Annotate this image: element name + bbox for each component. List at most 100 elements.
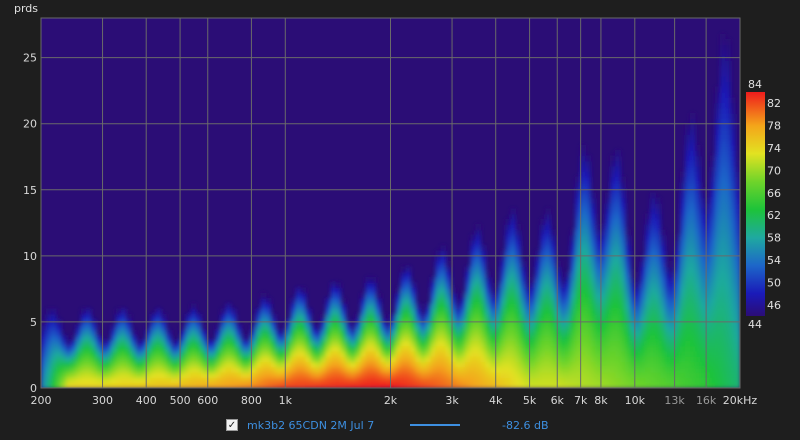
heat-cell xyxy=(640,261,646,268)
heat-cell xyxy=(55,340,62,347)
heat-cell xyxy=(290,351,297,357)
colorbar-tick-label: 46 xyxy=(767,299,781,312)
heat-cell xyxy=(150,377,157,384)
heat-cell xyxy=(415,377,422,384)
heat-cell xyxy=(465,277,471,283)
heat-cell xyxy=(400,372,407,379)
heat-cell xyxy=(445,356,452,363)
heat-cell xyxy=(660,271,666,278)
heat-cell xyxy=(260,324,267,331)
heat-cell xyxy=(135,345,142,352)
heat-cell xyxy=(690,345,696,352)
heat-cell xyxy=(680,218,686,225)
heat-cell xyxy=(195,340,202,347)
heat-cell xyxy=(665,377,671,384)
heat-cell xyxy=(420,377,427,384)
heat-cell xyxy=(515,345,521,352)
heat-cell xyxy=(610,329,616,336)
heat-cell xyxy=(675,271,681,278)
heat-cell xyxy=(510,277,516,283)
heat-cell xyxy=(320,329,327,336)
heat-cell xyxy=(615,234,621,241)
heat-cell xyxy=(690,139,696,146)
heat-cell xyxy=(635,303,641,310)
heat-cell xyxy=(85,377,92,384)
heat-cell xyxy=(695,298,701,305)
heat-cell xyxy=(295,287,302,294)
heat-cell xyxy=(285,345,292,352)
heat-cell xyxy=(530,303,536,310)
heat-cell xyxy=(505,361,511,368)
heat-cell xyxy=(565,282,571,289)
heat-cell xyxy=(720,329,726,336)
heat-cell xyxy=(335,314,342,320)
heat-cell xyxy=(520,324,526,331)
heat-cell xyxy=(550,261,556,268)
heat-cell xyxy=(240,377,247,384)
heat-cell xyxy=(655,303,661,310)
heat-cell xyxy=(295,372,302,379)
heat-cell xyxy=(470,372,476,379)
heat-cell xyxy=(105,356,112,363)
heat-cell xyxy=(690,144,696,151)
heat-cell xyxy=(365,308,372,315)
heat-cell xyxy=(685,261,691,268)
heat-cell xyxy=(725,261,731,268)
heat-cell xyxy=(725,234,731,241)
series-checkbox[interactable]: ✓ xyxy=(226,419,238,431)
heat-cell xyxy=(590,277,596,283)
heat-cell xyxy=(520,292,526,299)
heat-cell xyxy=(725,255,731,262)
heat-cell xyxy=(605,261,611,268)
heat-cell xyxy=(410,356,417,363)
heat-cell xyxy=(690,351,696,357)
x-tick-label: 5k xyxy=(523,394,537,407)
heat-cell xyxy=(415,329,422,336)
heat-cell xyxy=(715,361,721,368)
heat-cell xyxy=(470,287,476,294)
heat-cell xyxy=(500,271,506,278)
heat-cell xyxy=(235,340,242,347)
heat-cell xyxy=(370,340,377,347)
heat-cell xyxy=(695,229,701,236)
heat-cell xyxy=(620,308,626,315)
heat-cell xyxy=(540,308,546,315)
heat-cell xyxy=(650,351,656,357)
heat-cell xyxy=(575,287,581,294)
heat-cell xyxy=(60,377,67,384)
heat-cell xyxy=(620,329,626,336)
heat-cell xyxy=(640,292,646,299)
heat-cell xyxy=(220,372,227,379)
heat-cell xyxy=(530,324,536,331)
heat-cell xyxy=(360,345,367,352)
heat-cell xyxy=(645,245,651,252)
heat-cell xyxy=(65,340,72,347)
heat-cell xyxy=(635,366,641,373)
heat-cell xyxy=(725,81,731,88)
heat-cell xyxy=(340,372,347,379)
heat-cell xyxy=(655,229,661,236)
heat-cell xyxy=(205,356,212,363)
heat-cell xyxy=(305,351,312,357)
heat-cell xyxy=(665,329,671,336)
heat-cell xyxy=(350,351,357,357)
heat-cell xyxy=(430,308,437,315)
heat-cell xyxy=(725,298,731,305)
heat-cell xyxy=(680,282,686,289)
heat-cell xyxy=(590,287,596,294)
heat-cell xyxy=(570,261,576,268)
heat-cell xyxy=(725,335,731,342)
heat-cell xyxy=(490,345,496,352)
heat-cell xyxy=(390,361,397,368)
heat-cell xyxy=(695,255,701,262)
heat-cell xyxy=(555,308,561,315)
heat-cell xyxy=(710,234,716,241)
heat-cell xyxy=(555,340,561,347)
heat-cell xyxy=(620,218,626,225)
heat-cell xyxy=(230,329,237,336)
heat-cell xyxy=(720,282,726,289)
heat-cell xyxy=(515,234,521,241)
heat-cell xyxy=(475,314,481,320)
heat-cell xyxy=(645,282,651,289)
heat-cell xyxy=(375,340,382,347)
